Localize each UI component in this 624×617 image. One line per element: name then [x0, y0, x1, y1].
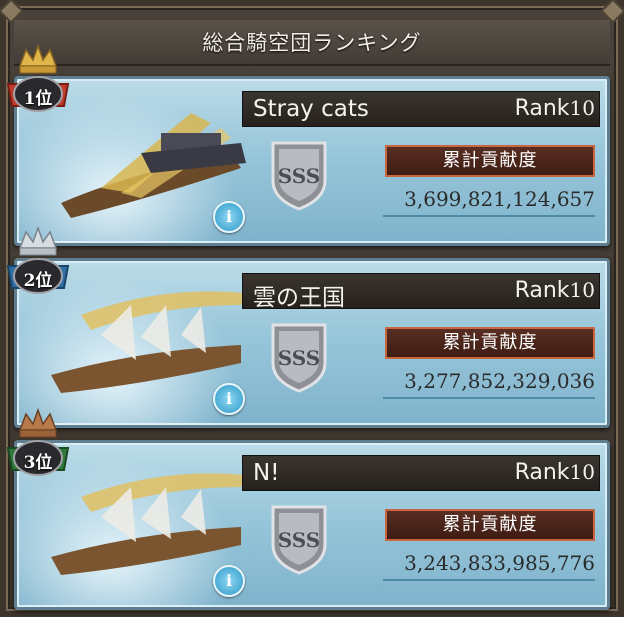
- contrib-label: 累計貢献度: [385, 509, 595, 541]
- ranking-card-1[interactable]: Stray cats Rank10 SSS 累計貢献度 3,699,821,12…: [14, 76, 610, 246]
- guild-name-bar: Stray cats Rank10: [242, 91, 600, 127]
- rank-label: 1位: [23, 89, 53, 109]
- rank-medal-3: 3位: [6, 408, 70, 482]
- info-icon[interactable]: i: [213, 565, 245, 597]
- guild-rank: Rank10: [514, 460, 595, 485]
- guild-name: N!: [253, 460, 280, 486]
- guild-name: Stray cats: [253, 96, 369, 122]
- sss-badge-icon: SSS: [271, 505, 327, 575]
- svg-text:SSS: SSS: [278, 346, 320, 370]
- info-icon[interactable]: i: [213, 201, 245, 233]
- title-bar: 総合騎空団ランキング: [14, 20, 610, 66]
- svg-text:SSS: SSS: [278, 164, 320, 188]
- ranking-card-3[interactable]: N! Rank10 SSS 累計貢献度 3,243,833,985,776 i: [14, 440, 610, 610]
- rank-label: 3位: [23, 453, 53, 473]
- ranking-card-2[interactable]: 雲の王国 Rank10 SSS 累計貢献度 3,277,852,329,036 …: [14, 258, 610, 428]
- rank-medal-1: 1位: [6, 44, 70, 118]
- sss-badge-icon: SSS: [271, 141, 327, 211]
- contrib-value: 3,243,833,985,776: [383, 547, 595, 581]
- contrib-value: 3,699,821,124,657: [383, 183, 595, 217]
- rank-label: 2位: [23, 271, 53, 291]
- page-title: 総合騎空団ランキング: [202, 31, 422, 55]
- svg-text:SSS: SSS: [278, 528, 320, 552]
- rank-medal-2: 2位: [6, 226, 70, 300]
- guild-name: 雲の王国: [253, 285, 345, 311]
- guild-rank: Rank10: [514, 278, 595, 303]
- sss-badge-icon: SSS: [271, 323, 327, 393]
- guild-name-bar: N! Rank10: [242, 455, 600, 491]
- contrib-value: 3,277,852,329,036: [383, 365, 595, 399]
- contrib-label: 累計貢献度: [385, 327, 595, 359]
- guild-name-bar: 雲の王国 Rank10: [242, 273, 600, 311]
- guild-rank: Rank10: [514, 96, 595, 121]
- contrib-label: 累計貢献度: [385, 145, 595, 177]
- info-icon[interactable]: i: [213, 383, 245, 415]
